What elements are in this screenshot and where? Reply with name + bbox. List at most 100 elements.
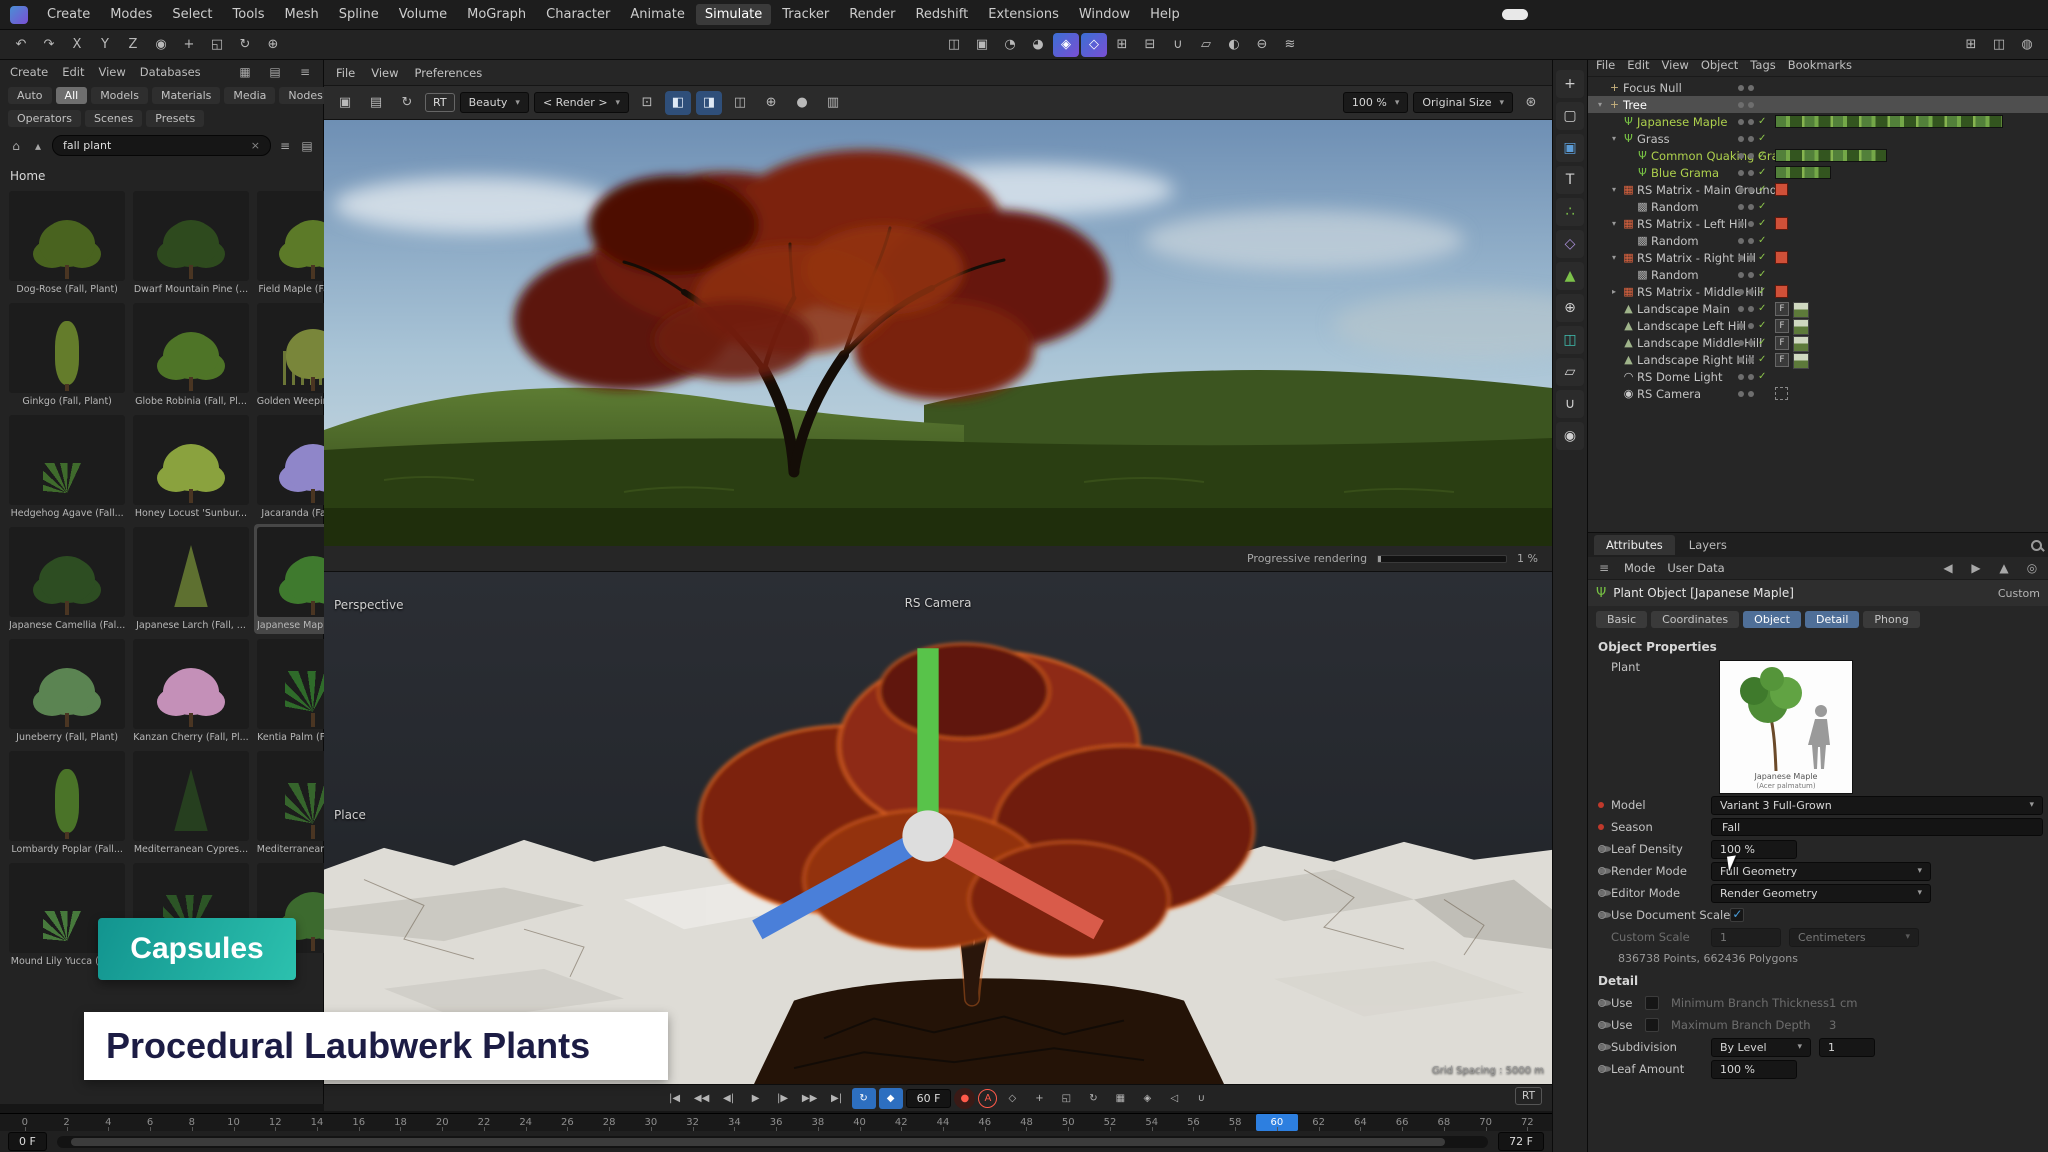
workplane-icon[interactable]: ▱: [1556, 358, 1584, 386]
snapshot-a-icon[interactable]: ◧: [665, 91, 691, 115]
editor-mode-dropdown[interactable]: Render Geometry: [1711, 884, 1931, 903]
object-row[interactable]: ▾ ▦ RS Matrix - Right Hill: [1588, 249, 2048, 266]
timeline-tick[interactable]: 22: [463, 1114, 505, 1131]
range-end-field[interactable]: 72 F: [1498, 1132, 1544, 1151]
renderview-menu-item[interactable]: File: [336, 66, 355, 80]
history-forward-icon[interactable]: ▶: [1968, 561, 1984, 575]
render-visibility-dot[interactable]: [1748, 102, 1754, 108]
editor-visibility-dot[interactable]: [1738, 306, 1744, 312]
object-tags[interactable]: [1775, 251, 1788, 264]
object-row[interactable]: ▾ + Tree: [1588, 96, 2048, 113]
rt-toggle[interactable]: RT: [425, 93, 455, 112]
object-row[interactable]: ▩ Random: [1588, 198, 2048, 215]
mirror-icon[interactable]: ◐: [1221, 33, 1247, 57]
object-tags[interactable]: [1775, 166, 1831, 179]
object-row[interactable]: Ψ Blue Grama: [1588, 164, 2048, 181]
menu-item[interactable]: Mesh: [276, 4, 328, 25]
redshift-rt-icon[interactable]: ◈: [1053, 33, 1079, 57]
timeline-tick[interactable]: 42: [880, 1114, 922, 1131]
goto-end-button[interactable]: ▶|: [825, 1088, 849, 1109]
loop-toggle[interactable]: ↻: [852, 1088, 876, 1109]
menu-item[interactable]: Extensions: [979, 4, 1068, 25]
use-min-branch-checkbox[interactable]: [1645, 996, 1659, 1010]
menu-item[interactable]: Window: [1070, 4, 1139, 25]
subdivision-count-field[interactable]: 1: [1819, 1038, 1875, 1057]
axis-mode-icon[interactable]: ⊕: [1556, 294, 1584, 322]
enabled-check-icon[interactable]: [1758, 201, 1771, 212]
search-icon[interactable]: [2031, 540, 2042, 551]
attribute-section-tab[interactable]: Object: [1743, 611, 1801, 628]
menu-item[interactable]: Tools: [224, 4, 274, 25]
timeline-tick[interactable]: 72: [1506, 1114, 1548, 1131]
timeline-tick[interactable]: 58: [1214, 1114, 1256, 1131]
layout-split-icon[interactable]: ◫: [1986, 33, 2012, 57]
object-tags[interactable]: [1775, 387, 1788, 400]
editor-visibility-dot[interactable]: [1738, 238, 1744, 244]
layout-grid-icon[interactable]: ⊞: [1958, 33, 1984, 57]
undo-icon[interactable]: ↶: [8, 33, 34, 57]
attribute-section-tab[interactable]: Detail: [1805, 611, 1859, 628]
timeline-ruler[interactable]: 0 2 4 6 8 10 12 14 16 18 20 22 24 26 28: [0, 1113, 1552, 1131]
object-tags[interactable]: [1775, 302, 1789, 316]
subdivision-dropdown[interactable]: By Level: [1711, 1038, 1811, 1057]
editor-visibility-dot[interactable]: [1738, 374, 1744, 380]
perspective-viewport[interactable]: Perspective RS Camera Place Grid Spacing…: [324, 572, 1552, 1084]
timeline-tick[interactable]: 16: [338, 1114, 380, 1131]
search-menu-icon[interactable]: ≡: [277, 139, 293, 153]
current-frame-field[interactable]: 60 F: [906, 1089, 952, 1108]
object-row[interactable]: Ψ Japanese Maple: [1588, 113, 2048, 130]
expand-toggle-icon[interactable]: ▾: [1608, 219, 1620, 228]
up-level-icon[interactable]: ▲: [1996, 561, 2012, 575]
render-visibility-dot[interactable]: [1748, 136, 1754, 142]
enabled-check-icon[interactable]: [1758, 286, 1771, 297]
object-tags[interactable]: [1775, 353, 1789, 367]
section-detail[interactable]: Detail: [1588, 967, 2048, 992]
object-manager-menu-item[interactable]: File: [1596, 58, 1615, 72]
leaf-amount-field[interactable]: 100 %: [1711, 1060, 1797, 1079]
use-max-branch-checkbox[interactable]: [1645, 1018, 1659, 1032]
record-scale-toggle[interactable]: ◱: [1054, 1088, 1078, 1109]
object-row[interactable]: ◉ RS Camera: [1588, 385, 2048, 402]
record-position-toggle[interactable]: +: [1027, 1088, 1051, 1109]
asset-item[interactable]: Globe Robinia (Fall, Pl...: [130, 300, 251, 410]
camera-icon[interactable]: ◉: [1556, 422, 1584, 450]
attribute-section-tab[interactable]: Coordinates: [1651, 611, 1739, 628]
filter-pill[interactable]: Models: [91, 87, 148, 104]
menu-item[interactable]: Redshift: [906, 4, 977, 25]
goto-start-button[interactable]: |◀: [663, 1088, 687, 1109]
asset-browser-menu-item[interactable]: Create: [10, 65, 48, 79]
asset-item[interactable]: Kanzan Cherry (Fall, Pl...: [130, 636, 251, 746]
asset-item[interactable]: Ginkgo (Fall, Plant): [6, 300, 128, 410]
object-manager-menu-item[interactable]: View: [1662, 58, 1689, 72]
asset-browser-icon[interactable]: ◍: [2014, 33, 2040, 57]
polygons-mode-icon[interactable]: ▲: [1556, 262, 1584, 290]
editor-visibility-dot[interactable]: [1738, 357, 1744, 363]
home-icon[interactable]: ⌂: [8, 139, 24, 153]
menu-item[interactable]: Character: [537, 4, 619, 25]
render-visibility-dot[interactable]: [1748, 187, 1754, 193]
editor-visibility-dot[interactable]: [1738, 272, 1744, 278]
filter-pill[interactable]: Materials: [152, 87, 220, 104]
edges-mode-icon[interactable]: ◇: [1556, 230, 1584, 258]
object-manager-menu-item[interactable]: Edit: [1627, 58, 1649, 72]
redo-icon[interactable]: ↷: [36, 33, 62, 57]
model-mode-icon[interactable]: ▣: [1556, 134, 1584, 162]
editor-visibility-dot[interactable]: [1738, 187, 1744, 193]
zoom-dropdown[interactable]: 100 %: [1343, 92, 1408, 113]
enabled-check-icon[interactable]: [1758, 235, 1771, 246]
render-picture-viewer-icon[interactable]: ▣: [969, 33, 995, 57]
object-row[interactable]: ▲ Landscape Main: [1588, 300, 2048, 317]
region-render-icon[interactable]: ⊡: [634, 91, 660, 115]
preset-dropdown[interactable]: Custom: [1998, 587, 2040, 600]
enabled-check-icon[interactable]: [1758, 269, 1771, 280]
attribute-panel-tab[interactable]: Attributes: [1594, 535, 1675, 555]
timeline-tick[interactable]: 48: [1006, 1114, 1048, 1131]
editor-visibility-dot[interactable]: [1738, 102, 1744, 108]
timeline-tick[interactable]: 44: [922, 1114, 964, 1131]
navigate-icon[interactable]: +: [1556, 70, 1584, 98]
rotate-icon[interactable]: ↻: [232, 33, 258, 57]
search-input[interactable]: fall plant ×: [52, 135, 271, 156]
timeline-tick[interactable]: 64: [1340, 1114, 1382, 1131]
object-tags[interactable]: [1775, 336, 1789, 350]
filter-icon[interactable]: ▥: [820, 91, 846, 115]
